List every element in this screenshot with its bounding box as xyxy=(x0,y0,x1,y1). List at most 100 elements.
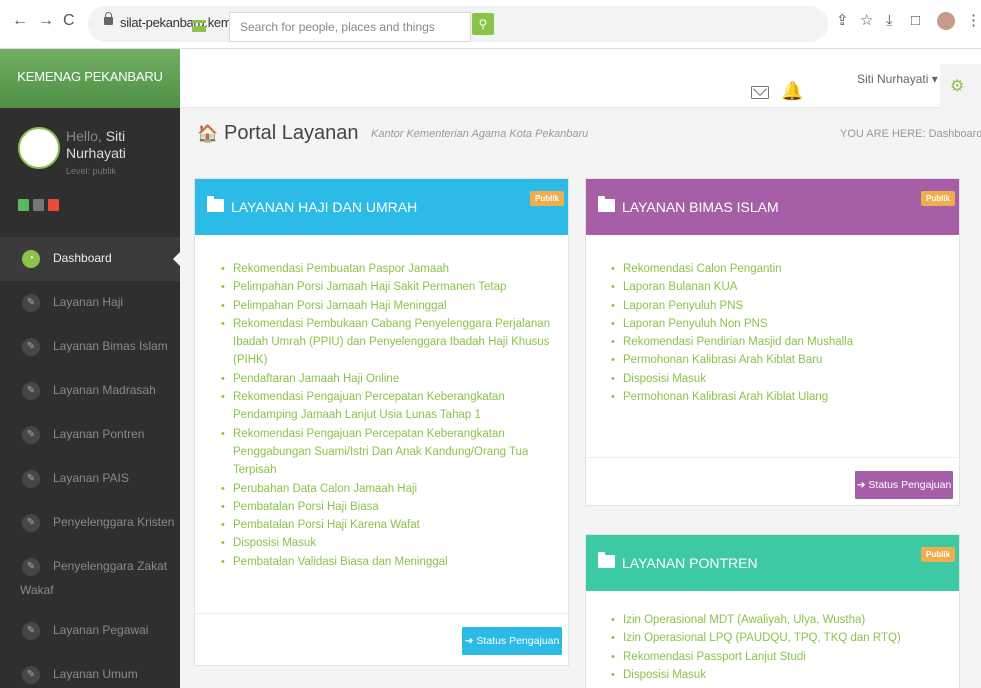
more-icon[interactable]: ⋮ xyxy=(966,13,981,29)
sidebar-item-label: Layanan Bimas Islam xyxy=(53,339,168,353)
list-item[interactable]: Pembatalan Porsi Haji Biasa xyxy=(221,498,561,517)
sidebar-item-bimas-islam[interactable]: ✎ Layanan Bimas Islam xyxy=(0,325,180,369)
list-item[interactable]: Rekomendasi Pengajuan Percepatan Keberan… xyxy=(221,388,561,425)
list-item[interactable]: Laporan Bulanan KUA xyxy=(611,278,951,297)
bell-icon[interactable]: 🔔 xyxy=(781,82,803,100)
profile-avatar-icon[interactable] xyxy=(937,12,955,30)
list-item[interactable]: Izin Operasional LPQ (PAUDQU, TPQ, TKQ d… xyxy=(611,629,951,648)
breadcrumb: YOU ARE HERE: Dashboard xyxy=(840,128,981,140)
list-item[interactable]: Permohonan Kalibrasi Arah Kiblat Ulang xyxy=(611,388,951,407)
home-icon[interactable]: 🏠 xyxy=(197,125,218,142)
panel-divider xyxy=(195,613,568,614)
list-item[interactable]: Permohonan Kalibrasi Arah Kiblat Baru xyxy=(611,351,951,370)
sidebar-item-pegawai[interactable]: ✎ Layanan Pegawai xyxy=(0,609,180,653)
pencil-icon: ✎ xyxy=(22,294,40,312)
list-item[interactable]: Laporan Penyuluh Non PNS xyxy=(611,315,951,334)
panel-layanan-bimas: LAYANAN BIMAS ISLAM Publik Rekomendasi C… xyxy=(585,178,960,506)
list-item[interactable]: Rekomendasi Pembuatan Paspor Jamaah xyxy=(221,260,561,279)
list-item[interactable]: Rekomendasi Pengajuan Percepatan Keberan… xyxy=(221,425,561,480)
list-item[interactable]: Laporan Penyuluh PNS xyxy=(611,297,951,316)
sidebar-item-kristen[interactable]: ✎ Penyelenggara Kristen xyxy=(0,501,180,545)
brand-logo[interactable]: KEMENAG PEKANBARU xyxy=(0,49,180,108)
pencil-icon: ✎ xyxy=(22,514,40,532)
greeting-label: Hello, xyxy=(66,128,102,144)
sidebar-item-dashboard[interactable]: ◔ Dashboard xyxy=(0,237,180,281)
status-pengajuan-button[interactable]: ➜ Status Pengajuan xyxy=(462,627,562,655)
pencil-icon: ✎ xyxy=(22,558,40,576)
panel-header: LAYANAN PONTREN Publik xyxy=(586,535,959,591)
download-icon[interactable]: ⤓ xyxy=(886,13,893,29)
sidebar-item-label: Layanan PAIS xyxy=(53,471,129,485)
page-title: Portal Layanan xyxy=(224,122,359,144)
list-item[interactable]: Pelimpahan Porsi Jamaah Haji Sakit Perma… xyxy=(221,278,561,297)
search-button[interactable]: ⚲ xyxy=(472,13,494,35)
list-item[interactable]: Rekomendasi Calon Pengantin xyxy=(611,260,951,279)
mail-icon[interactable] xyxy=(751,86,769,99)
lock-icon xyxy=(104,12,113,25)
list-item[interactable]: Pendaftaran Jamaah Haji Online xyxy=(221,370,561,389)
status-badge: Publik xyxy=(921,547,956,562)
service-list: Rekomendasi Pembuatan Paspor Jamaah Peli… xyxy=(221,260,561,571)
sidebar-item-label: Layanan Madrasah xyxy=(53,383,156,397)
star-icon[interactable]: ☆ xyxy=(860,13,873,29)
list-item[interactable]: Izin Operasional MDT (Awaliyah, Ulya, Wu… xyxy=(611,611,951,630)
user-level: Level: publik xyxy=(66,166,117,176)
user-greeting: Hello, Siti Nurhayati xyxy=(66,128,176,162)
back-icon[interactable]: ← xyxy=(12,13,28,29)
sidebar-item-label: Penyelenggara Zakat xyxy=(53,559,168,573)
user-dropdown[interactable]: Siti Nurhayati ▾ xyxy=(857,72,938,86)
sidebar-item-umum[interactable]: ✎ Layanan Umum xyxy=(0,653,180,688)
reload-icon[interactable]: C xyxy=(63,13,75,29)
sidebar-item-label: Layanan Pegawai xyxy=(53,623,149,637)
folder-icon xyxy=(598,196,615,212)
sidebar-item-label: Dashboard xyxy=(53,251,112,265)
avatar xyxy=(18,127,60,169)
status-badge: Publik xyxy=(921,191,956,206)
list-item[interactable]: Disposisi Masuk xyxy=(611,666,951,685)
status-badge: Publik xyxy=(530,191,565,206)
folder-icon xyxy=(207,196,224,212)
list-item[interactable]: Perubahan Data Calon Jamaah Haji xyxy=(221,480,561,499)
user-last-name: Nurhayati xyxy=(66,145,126,161)
hamburger-menu-icon[interactable] xyxy=(192,20,206,32)
panel-divider xyxy=(586,457,959,458)
list-item[interactable]: Disposisi Masuk xyxy=(611,370,951,389)
sidebar-item-pontren[interactable]: ✎ Layanan Pontren xyxy=(0,413,180,457)
share-icon[interactable]: ⇪ xyxy=(836,13,849,29)
power-button[interactable] xyxy=(48,199,59,211)
button-label: Status Pengajuan xyxy=(476,635,560,647)
gear-icon[interactable]: ⚙ xyxy=(950,79,964,95)
panel-title: LAYANAN HAJI DAN UMRAH xyxy=(231,199,418,215)
sidebar-item-label-wrap: Wakaf xyxy=(20,583,54,597)
list-item[interactable]: Rekomendasi Pembukaan Cabang Penyelengga… xyxy=(221,315,561,370)
user-first-name: Siti xyxy=(105,128,126,144)
sidebar-item-layanan-haji[interactable]: ✎ Layanan Haji xyxy=(0,281,180,325)
sidebar-item-zakat-wakaf[interactable]: ✎ Penyelenggara Zakat Wakaf xyxy=(0,545,180,607)
sidebar-item-label: Layanan Umum xyxy=(53,667,138,681)
list-item[interactable]: Rekomendasi Pendirian Masjid dan Mushall… xyxy=(611,333,951,352)
list-item[interactable]: Disposisi Masuk xyxy=(221,534,561,553)
pencil-icon: ✎ xyxy=(22,426,40,444)
search-input[interactable]: Search for people, places and things xyxy=(229,12,471,42)
pencil-icon: ✎ xyxy=(22,622,40,640)
user-profile-button[interactable] xyxy=(18,199,29,211)
panel-header: LAYANAN BIMAS ISLAM Publik xyxy=(586,179,959,235)
list-item[interactable]: Pelimpahan Porsi Jamaah Haji Meninggal xyxy=(221,297,561,316)
button-label: Status Pengajuan xyxy=(868,479,952,491)
window-icon[interactable]: □ xyxy=(911,13,920,29)
list-item[interactable]: Rekomendasi Passport Lanjut Studi xyxy=(611,648,951,667)
sidebar-item-label: Layanan Haji xyxy=(53,295,124,309)
settings-small-button[interactable] xyxy=(33,199,44,211)
page-subtitle: Kantor Kementerian Agama Kota Pekanbaru xyxy=(371,128,589,140)
status-pengajuan-button[interactable]: ➜ Status Pengajuan xyxy=(855,471,953,499)
list-item[interactable]: Pembatalan Porsi Haji Karena Wafat xyxy=(221,516,561,535)
pencil-icon: ✎ xyxy=(22,470,40,488)
pencil-icon: ✎ xyxy=(22,666,40,684)
pencil-icon: ✎ xyxy=(22,382,40,400)
forward-icon[interactable]: → xyxy=(38,13,54,29)
list-item[interactable]: Pembatalan Validasi Biasa dan Meninggal xyxy=(221,553,561,572)
sidebar-item-pais[interactable]: ✎ Layanan PAIS xyxy=(0,457,180,501)
panel-layanan-haji: LAYANAN HAJI DAN UMRAH Publik Rekomendas… xyxy=(194,178,569,666)
service-list: Rekomendasi Calon Pengantin Laporan Bula… xyxy=(611,260,951,407)
sidebar-item-madrasah[interactable]: ✎ Layanan Madrasah xyxy=(0,369,180,413)
